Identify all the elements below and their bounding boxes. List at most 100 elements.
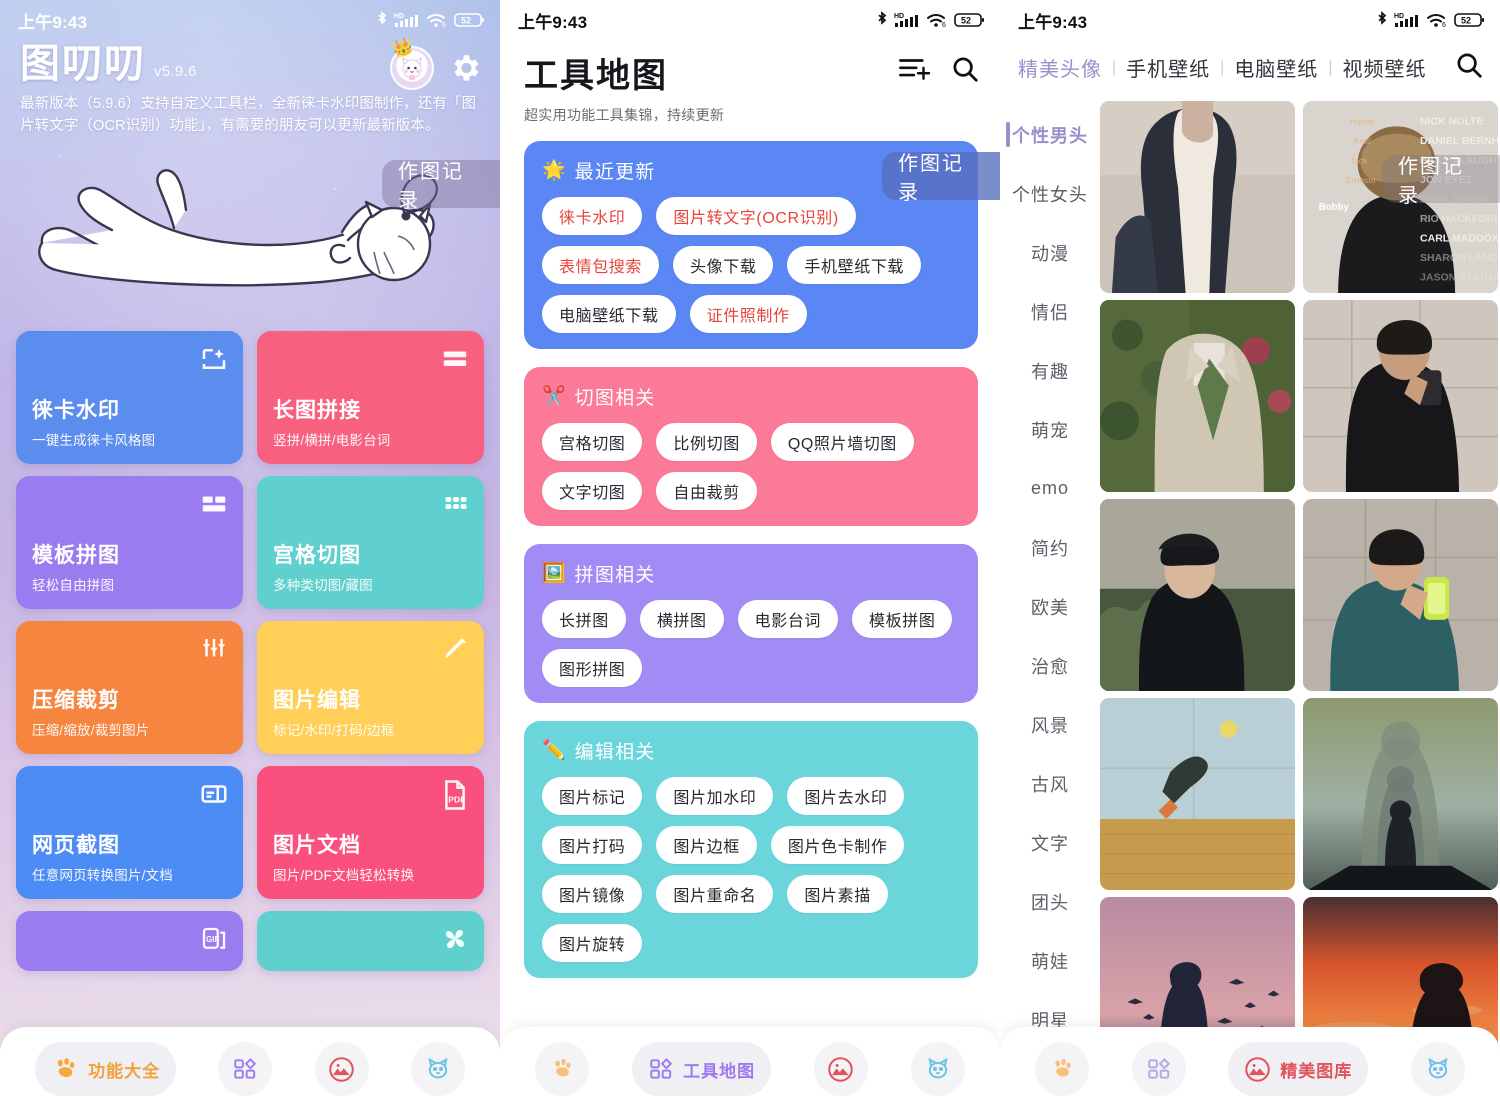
chip-tool[interactable]: 长拼图 (542, 600, 626, 638)
svg-text:HD: HD (394, 13, 404, 20)
chip-tool[interactable]: 图片镜像 (542, 875, 643, 913)
board-icon: 🖼️ (542, 563, 566, 584)
sidebar-item-couple[interactable]: 情侣 (1000, 282, 1100, 341)
group-editing: ✏️ 编辑相关 图片标记 图片加水印 图片去水印 图片打码 图片边框 图片色卡制… (524, 721, 978, 978)
tile-image-edit[interactable]: 图片编辑 标记/水印/打码/边框 (257, 620, 484, 754)
chip-tool[interactable]: 模板拼图 (852, 600, 953, 638)
tools-header-actions (898, 54, 980, 84)
nav-item-mine[interactable] (410, 1042, 465, 1096)
tile-title: 图片文档 (273, 833, 361, 857)
group-title: 最近更新 (574, 162, 656, 183)
drawing-history-button-home[interactable]: 作图记录 (382, 160, 500, 212)
bottom-nav-tools: 工具地图 (500, 1027, 1000, 1111)
photo-card[interactable] (1303, 698, 1498, 890)
chip-tool[interactable]: 宫格切图 (542, 423, 643, 461)
sidebar-item-minimal[interactable]: 简约 (1000, 518, 1100, 577)
photo-card[interactable] (1100, 499, 1295, 691)
sidebar-item-male-avatar[interactable]: 个性男头 (1000, 105, 1100, 164)
add-to-list-icon[interactable] (898, 55, 932, 83)
chip-tool[interactable]: 电脑壁纸下载 (542, 295, 676, 333)
sidebar-item-female-avatar[interactable]: 个性女头 (1000, 164, 1100, 223)
tile-long-stitch[interactable]: 长图拼接 竖拼/横拼/电影台词 (257, 330, 484, 464)
tile-title: 网页截图 (32, 833, 120, 857)
chip-tool[interactable]: 比例切图 (656, 423, 757, 461)
search-icon[interactable] (950, 54, 980, 84)
sidebar-item-pets[interactable]: 萌宠 (1000, 400, 1100, 459)
chip-tool[interactable]: 证件照制作 (689, 295, 807, 333)
nav-item-mine[interactable] (1410, 1042, 1465, 1096)
sidebar-item-fun[interactable]: 有趣 (1000, 341, 1100, 400)
search-icon[interactable] (1454, 50, 1484, 85)
tile-webpage-capture[interactable]: 网页截图 任意网页转换图片/文档 (16, 765, 243, 899)
sidebar-item-western[interactable]: 欧美 (1000, 577, 1100, 636)
chip-tool[interactable]: 图片素描 (787, 875, 888, 913)
nav-item-functions[interactable] (1035, 1042, 1090, 1096)
tile-grid-cut[interactable]: 宫格切图 多种类切图/藏图 (257, 475, 484, 609)
sidebar-item-group[interactable]: 团头 (1000, 872, 1100, 931)
man-suit-green-tie-garden-image (1100, 300, 1295, 492)
chip-tool[interactable]: 图片打码 (542, 826, 643, 864)
photo-card[interactable] (1100, 698, 1295, 890)
photo-card[interactable] (1303, 499, 1498, 691)
tab-phone-wallpaper[interactable]: 手机壁纸 (1126, 53, 1210, 82)
svg-text:DANIEL BERNHA: DANIEL BERNHA (1420, 135, 1498, 147)
chip-tool[interactable]: QQ照片墙切图 (770, 423, 914, 461)
sidebar-item-healing[interactable]: 治愈 (1000, 636, 1100, 695)
nav-item-tools[interactable] (1131, 1042, 1186, 1096)
photo-card[interactable] (1100, 101, 1295, 293)
chip-tool[interactable]: 图片加水印 (656, 777, 774, 815)
chip-tool[interactable]: 电影台词 (737, 600, 839, 638)
sidebar-item-scenery[interactable]: 风景 (1000, 695, 1100, 754)
nav-item-tools[interactable]: 工具地图 (632, 1042, 772, 1096)
man-white-tank-top-image (1100, 101, 1295, 293)
photo-card[interactable] (1303, 300, 1498, 492)
chip-tool[interactable]: 自由裁剪 (656, 472, 757, 510)
chip-tool[interactable]: 图片转文字(OCR识别) (656, 197, 856, 235)
tab-desktop-wallpaper[interactable]: 电脑壁纸 (1234, 53, 1318, 82)
tab-avatars[interactable]: 精美头像 (1018, 53, 1102, 82)
nav-item-functions[interactable]: 功能大全 (35, 1042, 177, 1096)
nav-item-tools[interactable] (218, 1042, 273, 1096)
gear-icon[interactable] (448, 51, 482, 85)
tile-subtitle: 图片/PDF文档轻松转换 (273, 867, 415, 883)
chip-tool[interactable]: 图片去水印 (787, 777, 905, 815)
tile-pinwheel-tool[interactable] (257, 910, 484, 971)
nav-item-gallery[interactable]: 精美图库 (1228, 1042, 1369, 1096)
drawing-history-button-tools[interactable]: 作图记录 (882, 152, 1000, 204)
tab-separator: | (1220, 58, 1225, 76)
nav-item-mine[interactable] (910, 1042, 965, 1096)
tab-separator: | (1328, 58, 1333, 76)
sidebar-item-emo[interactable]: emo (1000, 459, 1100, 518)
sidebar-item-ancient[interactable]: 古风 (1000, 754, 1100, 813)
tile-leica-watermark[interactable]: 徕卡水印 一键生成徕卡风格图 (16, 330, 243, 464)
gallery-tabs: 精美头像 | 手机壁纸 | 电脑壁纸 | 视频壁纸 (1000, 40, 1500, 97)
sidebar-item-anime[interactable]: 动漫 (1000, 223, 1100, 282)
photo-card[interactable] (1100, 300, 1295, 492)
chip-tool[interactable]: 图片标记 (542, 777, 643, 815)
chip-tool[interactable]: 图片边框 (656, 826, 757, 864)
chip-tool[interactable]: 头像下载 (673, 246, 774, 284)
wifi6-icon: 6 (427, 14, 446, 29)
chip-tool[interactable]: 图形拼图 (542, 649, 643, 687)
drawing-history-button-gallery[interactable]: 作图记录 (1382, 155, 1500, 207)
chip-tool[interactable]: 表情包搜索 (542, 246, 660, 284)
chip-tool[interactable]: 图片旋转 (542, 924, 643, 962)
chip-tool[interactable]: 横拼图 (639, 600, 724, 638)
chip-tool[interactable]: 图片重命名 (656, 875, 774, 913)
tile-compress-crop[interactable]: 压缩裁剪 压缩/缩放/裁剪图片 (16, 620, 243, 754)
tile-template-collage[interactable]: 模板拼图 轻松自由拼图 (16, 475, 243, 609)
nav-item-gallery[interactable] (813, 1042, 868, 1096)
nav-item-functions[interactable] (535, 1042, 590, 1096)
chip-tool[interactable]: 图片色卡制作 (770, 826, 905, 864)
chip-tool[interactable]: 徕卡水印 (542, 197, 643, 235)
tile-gif-tool[interactable]: GIF (16, 910, 243, 971)
avatar[interactable]: 👑 (389, 35, 434, 90)
chip-tool[interactable]: 文字切图 (542, 472, 643, 510)
sidebar-item-text[interactable]: 文字 (1000, 813, 1100, 872)
nav-item-gallery[interactable] (314, 1042, 369, 1096)
tile-image-document[interactable]: PDF 图片文档 图片/PDF文档轻松转换 (257, 765, 484, 899)
tab-video-wallpaper[interactable]: 视频壁纸 (1342, 53, 1426, 82)
status-bar-home: 上午9:43 HD 6 52 (0, 0, 500, 40)
chip-tool[interactable]: 手机壁纸下载 (787, 246, 922, 284)
sidebar-item-kids[interactable]: 萌娃 (1000, 931, 1100, 990)
